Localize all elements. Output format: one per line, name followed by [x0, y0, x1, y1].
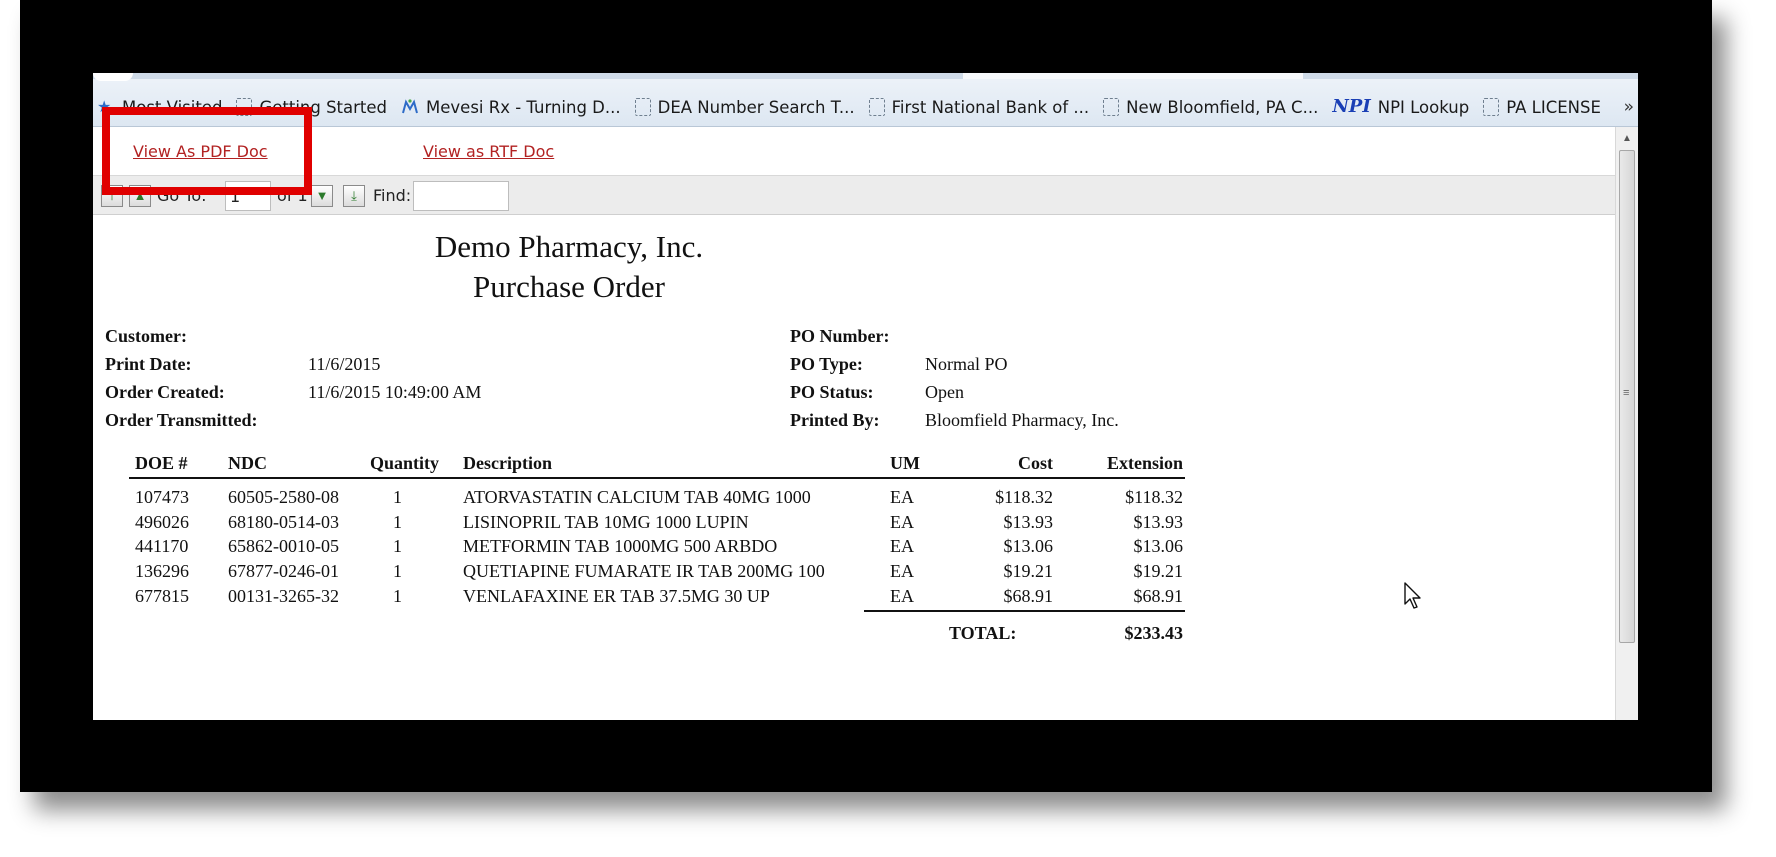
order-created-value: 11/6/2015 10:49:00 AM [308, 382, 482, 402]
browser-top-strip [93, 73, 1638, 79]
previous-page-icon[interactable]: ▲ [129, 185, 151, 207]
print-date-label: Print Date: [105, 354, 192, 374]
bookmarks-list: ★ Most Visited Getting Started Mevesi Rx… [97, 95, 1615, 119]
vertical-scrollbar[interactable]: ▲ ≡ [1615, 127, 1638, 720]
export-links-row: View As PDF Doc View as RTF Doc [93, 127, 1615, 175]
bookmarks-bar: ★ Most Visited Getting Started Mevesi Rx… [93, 73, 1638, 127]
bookmark-mevesi-rx[interactable]: Mevesi Rx - Turning D... [401, 98, 621, 117]
printed-by-value: Bloomfield Pharmacy, Inc. [925, 410, 1119, 430]
col-um: UM [890, 453, 920, 473]
col-description: Description [463, 453, 552, 473]
customer-label: Customer: [105, 326, 187, 346]
total-value: $233.43 [1124, 623, 1184, 643]
next-page-icon[interactable]: ▼ [311, 185, 333, 207]
col-ndc: NDC [228, 453, 267, 473]
page-icon [634, 98, 651, 116]
grip-icon: ≡ [1623, 387, 1630, 399]
mouse-cursor-icon [1404, 582, 1421, 609]
star-icon: ★ [97, 97, 112, 116]
report-navigation-toolbar: ⤒ ▲ Go To: of 1 ▼ ⤓ Find: [93, 175, 1615, 215]
bookmark-first-national-bank[interactable]: First National Bank of ... [868, 98, 1089, 117]
total-rule [864, 610, 1185, 612]
col-quantity: Quantity [370, 453, 440, 473]
po-number-label: PO Number: [790, 326, 890, 346]
scroll-up-arrow-icon[interactable]: ▲ [1616, 129, 1638, 149]
browser-tab-edge [93, 73, 133, 81]
find-input[interactable] [413, 181, 509, 211]
first-page-icon[interactable]: ⤒ [101, 185, 123, 207]
goto-label: Go To: [157, 186, 207, 205]
page-icon [868, 98, 885, 116]
total-label: TOTAL: [949, 623, 1017, 643]
npi-icon: NPI [1332, 96, 1371, 117]
goto-page-input[interactable] [225, 181, 271, 211]
purchase-order-report: Demo Pharmacy, Inc. Purchase Order Custo… [93, 215, 1615, 720]
company-name: Demo Pharmacy, Inc. [434, 229, 704, 264]
browser-window: ★ Most Visited Getting Started Mevesi Rx… [93, 73, 1638, 720]
po-status-value: Open [925, 382, 964, 402]
col-cost: Cost [1018, 453, 1053, 473]
order-created-label: Order Created: [105, 382, 225, 402]
bookmark-getting-started[interactable]: Getting Started [236, 98, 387, 117]
table-header-rule [129, 477, 1185, 479]
mevesi-icon [401, 98, 419, 116]
print-date-value: 11/6/2015 [308, 354, 381, 374]
bookmark-dea-search[interactable]: DEA Number Search T... [634, 98, 855, 117]
bookmark-most-visited[interactable]: ★ Most Visited [97, 98, 222, 117]
order-transmitted-label: Order Transmitted: [105, 410, 258, 430]
printed-by-label: Printed By: [790, 410, 880, 430]
view-as-pdf-link[interactable]: View As PDF Doc [133, 142, 268, 161]
view-as-rtf-link[interactable]: View as RTF Doc [423, 142, 554, 161]
po-type-label: PO Type: [790, 354, 863, 374]
bookmark-new-bloomfield[interactable]: New Bloomfield, PA C... [1103, 98, 1318, 117]
page-icon [1103, 98, 1120, 116]
page-icon [1483, 98, 1500, 116]
po-status-label: PO Status: [790, 382, 874, 402]
page-icon [236, 98, 253, 116]
bookmark-pa-license[interactable]: PA LICENSE [1483, 98, 1601, 117]
scrollbar-thumb[interactable]: ≡ [1619, 150, 1635, 643]
find-label: Find: [373, 186, 412, 205]
col-doe: DOE # [135, 453, 188, 473]
po-type-value: Normal PO [925, 354, 1008, 374]
last-page-icon[interactable]: ⤓ [343, 185, 365, 207]
col-extension: Extension [1106, 453, 1183, 473]
page-count-label: of 1 [277, 186, 308, 205]
browser-url-edge [963, 73, 1303, 79]
bookmark-npi-lookup[interactable]: NPI NPI Lookup [1332, 98, 1469, 117]
report-title: Purchase Order [473, 269, 665, 304]
bookmarks-overflow-chevron-icon[interactable]: » [1624, 97, 1634, 117]
